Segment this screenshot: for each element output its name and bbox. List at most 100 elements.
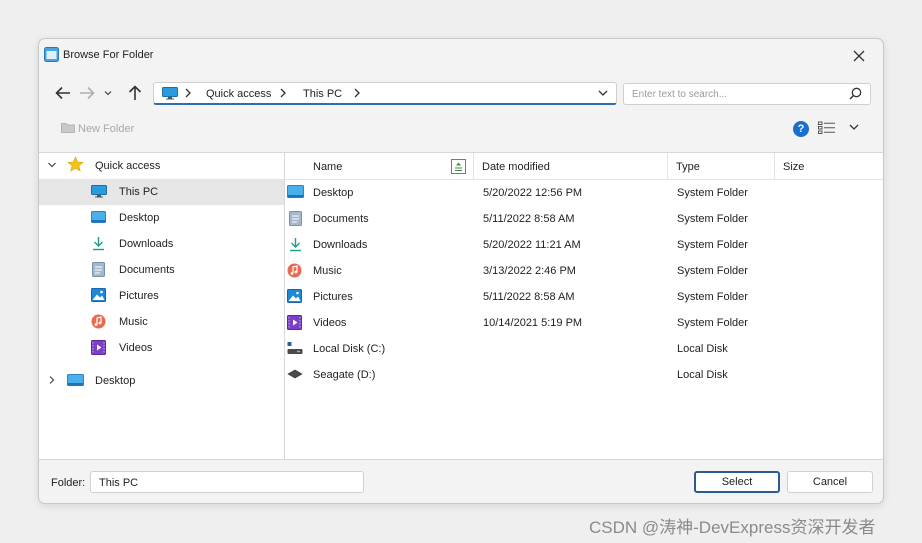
- expand-chevron-icon[interactable]: [47, 375, 57, 388]
- tree-item-label: Pictures: [119, 290, 159, 302]
- desktop-icon: [287, 185, 304, 202]
- column-header-label: Size: [783, 161, 805, 173]
- row-name: Videos: [313, 317, 347, 329]
- table-row[interactable]: Seagate (D:) Local Disk: [285, 362, 883, 388]
- breadcrumb-this-pc[interactable]: This PC: [303, 88, 342, 100]
- forward-arrow-icon[interactable]: [77, 83, 97, 103]
- star-icon: [67, 156, 84, 176]
- column-header-date-modified[interactable]: Date modified: [474, 153, 668, 180]
- search-icon[interactable]: [849, 87, 862, 103]
- table-row[interactable]: Documents 5/11/2022 8:58 AM System Folde…: [285, 206, 883, 232]
- search-box[interactable]: [623, 83, 871, 105]
- breadcrumb-chevron-icon[interactable]: [279, 86, 287, 103]
- row-date: 5/20/2022 11:21 AM: [483, 239, 581, 251]
- address-bar[interactable]: Quick access This PC: [153, 82, 617, 105]
- tree-item-desktop-root[interactable]: Desktop: [39, 368, 284, 394]
- row-type: Local Disk: [677, 369, 728, 381]
- title-bar: Browse For Folder: [39, 39, 883, 73]
- cancel-button[interactable]: Cancel: [787, 471, 873, 493]
- external-drive-icon: [287, 367, 303, 384]
- up-arrow-icon[interactable]: [125, 83, 145, 103]
- folder-label: Folder:: [51, 477, 86, 489]
- window-app-icon: [44, 47, 59, 62]
- table-row[interactable]: Pictures 5/11/2022 8:58 AM System Folder: [285, 284, 883, 310]
- tree-item-music[interactable]: Music: [39, 309, 284, 335]
- tree-item-desktop[interactable]: Desktop: [39, 205, 284, 231]
- collapse-chevron-icon[interactable]: [47, 160, 57, 173]
- videos-icon: [91, 340, 106, 358]
- breadcrumb-quick-access[interactable]: Quick access: [206, 88, 271, 100]
- column-header-label: Date modified: [482, 161, 550, 173]
- table-row[interactable]: Local Disk (C:) Local Disk: [285, 336, 883, 362]
- new-folder-button[interactable]: New Folder: [61, 122, 134, 136]
- tree-item-this-pc[interactable]: This PC: [39, 179, 284, 205]
- local-disk-icon: [287, 341, 303, 358]
- row-type: System Folder: [677, 213, 748, 225]
- row-type: System Folder: [677, 291, 748, 303]
- desktop-icon: [67, 374, 84, 390]
- row-name: Desktop: [313, 187, 354, 199]
- view-options-chevron-icon[interactable]: [849, 122, 859, 134]
- monitor-icon: [91, 185, 107, 201]
- videos-icon: [287, 315, 302, 333]
- download-icon: [289, 237, 302, 255]
- column-header-size[interactable]: Size: [775, 153, 883, 180]
- new-folder-label: New Folder: [78, 123, 135, 135]
- tree-item-label: Quick access: [95, 160, 161, 172]
- row-type: System Folder: [677, 187, 748, 199]
- tree-item-label: Documents: [119, 264, 175, 276]
- navigation-tree[interactable]: Quick access This PC Desktop Downloads D…: [39, 153, 285, 459]
- tree-item-label: Desktop: [95, 375, 136, 387]
- close-icon[interactable]: [849, 46, 869, 66]
- file-list[interactable]: Name Date modified Type Size Desktop 5/2…: [285, 153, 883, 459]
- tree-item-videos[interactable]: Videos: [39, 335, 284, 361]
- breadcrumb-chevron-icon[interactable]: [353, 86, 361, 103]
- row-type: System Folder: [677, 239, 748, 251]
- row-type: Local Disk: [677, 343, 728, 355]
- row-name: Documents: [313, 213, 369, 225]
- row-date: 3/13/2022 2:46 PM: [483, 265, 576, 277]
- music-icon: [287, 263, 302, 281]
- row-date: 5/11/2022 8:58 AM: [483, 213, 575, 225]
- column-header-name[interactable]: Name: [285, 153, 474, 180]
- tree-item-downloads[interactable]: Downloads: [39, 231, 284, 257]
- sort-icon[interactable]: [451, 159, 466, 174]
- tree-item-label: Desktop: [119, 212, 160, 224]
- download-icon: [92, 236, 105, 254]
- search-input[interactable]: [632, 87, 832, 101]
- table-row[interactable]: Videos 10/14/2021 5:19 PM System Folder: [285, 310, 883, 336]
- folder-field[interactable]: [90, 471, 364, 493]
- column-header-label: Name: [313, 161, 343, 173]
- column-header-type[interactable]: Type: [668, 153, 775, 180]
- music-icon: [91, 314, 106, 332]
- folder-input[interactable]: [99, 476, 354, 489]
- tree-item-label: Downloads: [119, 238, 174, 250]
- row-type: System Folder: [677, 317, 748, 329]
- row-name: Downloads: [313, 239, 368, 251]
- watermark-text: CSDN @涛神-DevExpress资深开发者: [589, 518, 876, 537]
- address-dropdown-icon[interactable]: [598, 88, 608, 100]
- tree-item-documents[interactable]: Documents: [39, 257, 284, 283]
- help-icon[interactable]: ?: [793, 121, 809, 137]
- back-arrow-icon[interactable]: [53, 83, 73, 103]
- computer-icon: [162, 87, 178, 103]
- breadcrumb-chevron-icon[interactable]: [184, 86, 192, 103]
- documents-icon: [92, 262, 105, 280]
- select-button[interactable]: Select: [694, 471, 780, 493]
- tree-item-pictures[interactable]: Pictures: [39, 283, 284, 309]
- tree-item-quick-access[interactable]: Quick access: [39, 153, 284, 179]
- column-header-label: Type: [676, 161, 700, 173]
- documents-icon: [289, 211, 302, 229]
- table-row[interactable]: Downloads 5/20/2022 11:21 AM System Fold…: [285, 232, 883, 258]
- browse-for-folder-dialog: Browse For Folder Quick access This PC E…: [38, 38, 884, 504]
- new-folder-icon: [61, 122, 75, 136]
- row-date: 5/20/2022 12:56 PM: [483, 187, 583, 199]
- row-date: 10/14/2021 5:19 PM: [483, 317, 583, 329]
- table-row[interactable]: Desktop 5/20/2022 12:56 PM System Folder: [285, 180, 883, 206]
- details-view-icon[interactable]: [818, 121, 836, 138]
- row-type: System Folder: [677, 265, 748, 277]
- pictures-icon: [287, 289, 302, 306]
- recent-locations-chevron-icon[interactable]: [101, 83, 115, 103]
- table-row[interactable]: Music 3/13/2022 2:46 PM System Folder: [285, 258, 883, 284]
- row-name: Pictures: [313, 291, 353, 303]
